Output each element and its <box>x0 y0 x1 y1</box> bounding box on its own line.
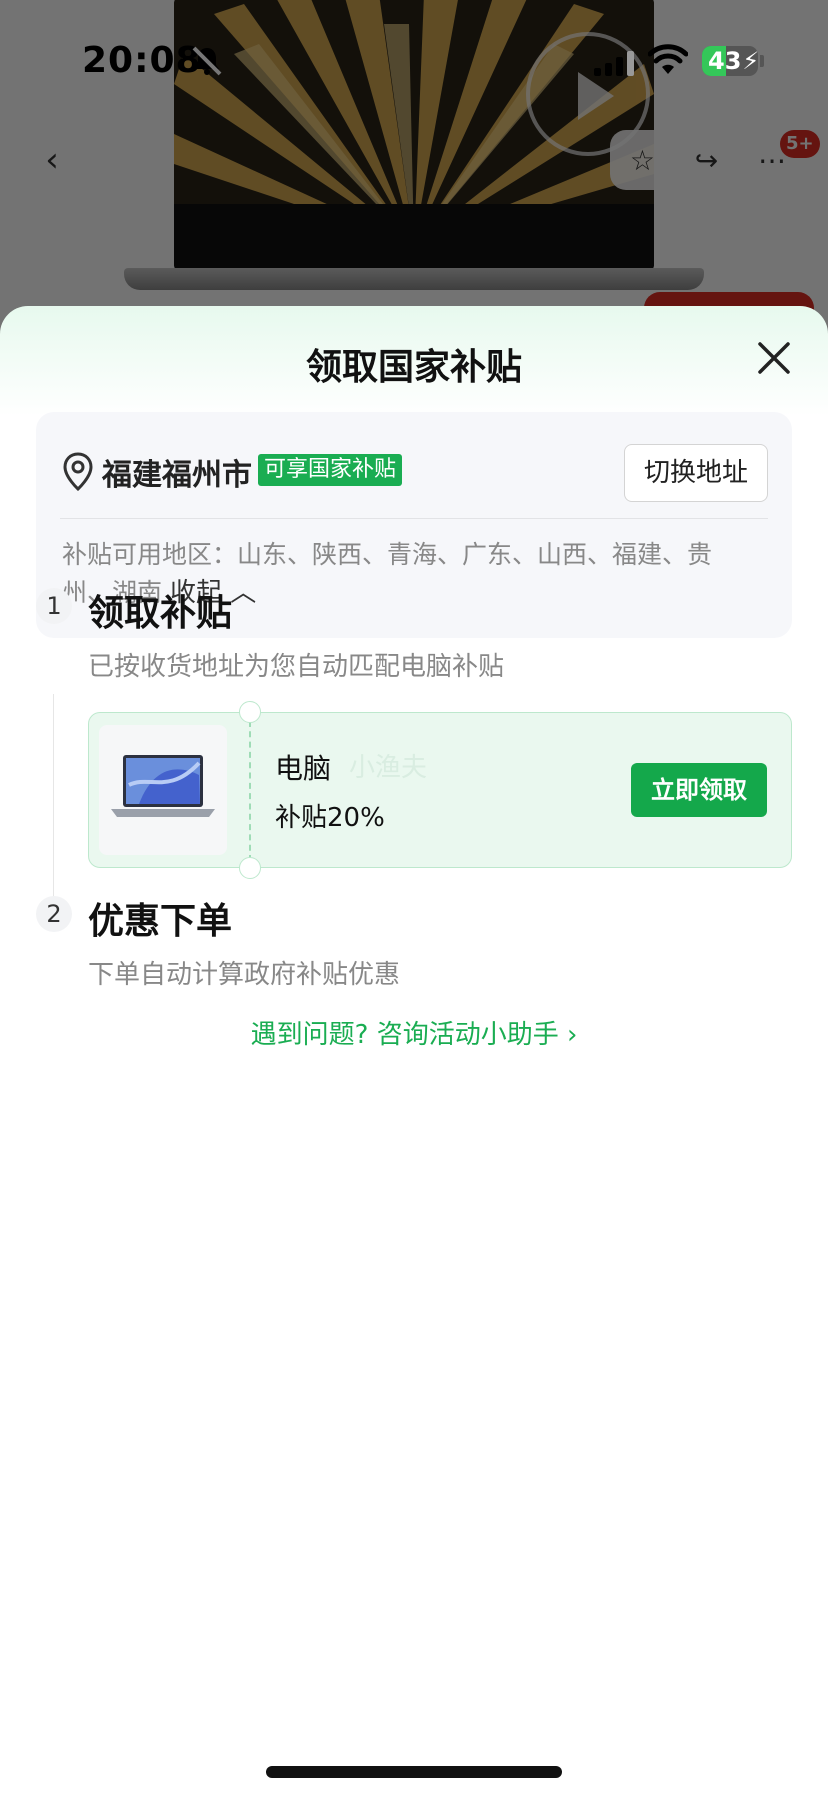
coupon-watermark: 小渔夫 <box>349 753 428 783</box>
coupon-perforation <box>249 721 251 861</box>
step-1-number: 1 <box>36 588 72 624</box>
sheet-title: 领取国家补贴 <box>305 347 522 388</box>
coupon-product-image <box>99 725 227 855</box>
help-assistant-link[interactable]: 遇到问题? 咨询活动小助手 › <box>0 1014 828 1051</box>
coupon-notch-top <box>239 701 261 723</box>
chevron-up-icon: ︿ <box>230 578 257 608</box>
step-1-description: 已按收货地址为您自动匹配电脑补贴 <box>88 652 505 682</box>
status-time: 20:08 <box>82 40 202 81</box>
address-city: 福建福州市 <box>102 458 252 493</box>
chevron-right-icon: › <box>566 1020 578 1050</box>
address-divider <box>60 518 768 519</box>
bell-off-icon <box>192 46 222 76</box>
step-1-title: 领取补贴 <box>88 593 233 634</box>
claim-now-button[interactable]: 立即领取 <box>631 763 767 817</box>
location-pin-icon <box>63 452 93 492</box>
laptop-thumbnail <box>111 755 215 817</box>
step-2-description: 下单自动计算政府补贴优惠 <box>88 960 401 990</box>
battery-percent: 43 <box>708 47 742 75</box>
wifi-icon <box>648 44 688 74</box>
cellular-signal-icon <box>594 50 634 76</box>
subsidy-eligible-badge: 可享国家补贴 <box>258 454 403 486</box>
coupon-notch-bottom <box>239 857 261 879</box>
coupon-subsidy-rate: 补贴20% <box>275 803 385 833</box>
subsidy-coupon: 电脑 小渔夫 补贴20% 立即领取 <box>88 701 792 879</box>
step-2-number: 2 <box>36 896 72 932</box>
charging-bolt-icon: ⚡ <box>742 47 758 75</box>
battery-cap <box>760 55 764 67</box>
step-2-title: 优惠下单 <box>88 901 233 942</box>
status-bar: 20:08 43 ⚡ <box>0 0 828 120</box>
switch-address-button[interactable]: 切换地址 <box>624 444 768 502</box>
step-connector-line <box>53 694 54 914</box>
subsidy-bottom-sheet: 领取国家补贴 福建福州市 可享国家补贴 切换地址 补贴可用地区：山东、陕西、青海… <box>0 306 828 1796</box>
home-indicator[interactable] <box>266 1766 562 1778</box>
help-link-label: 遇到问题? 咨询活动小助手 <box>250 1020 559 1050</box>
battery-icon: 43 ⚡ <box>702 46 758 76</box>
close-icon[interactable] <box>752 336 796 380</box>
coupon-category: 电脑 <box>275 752 332 785</box>
